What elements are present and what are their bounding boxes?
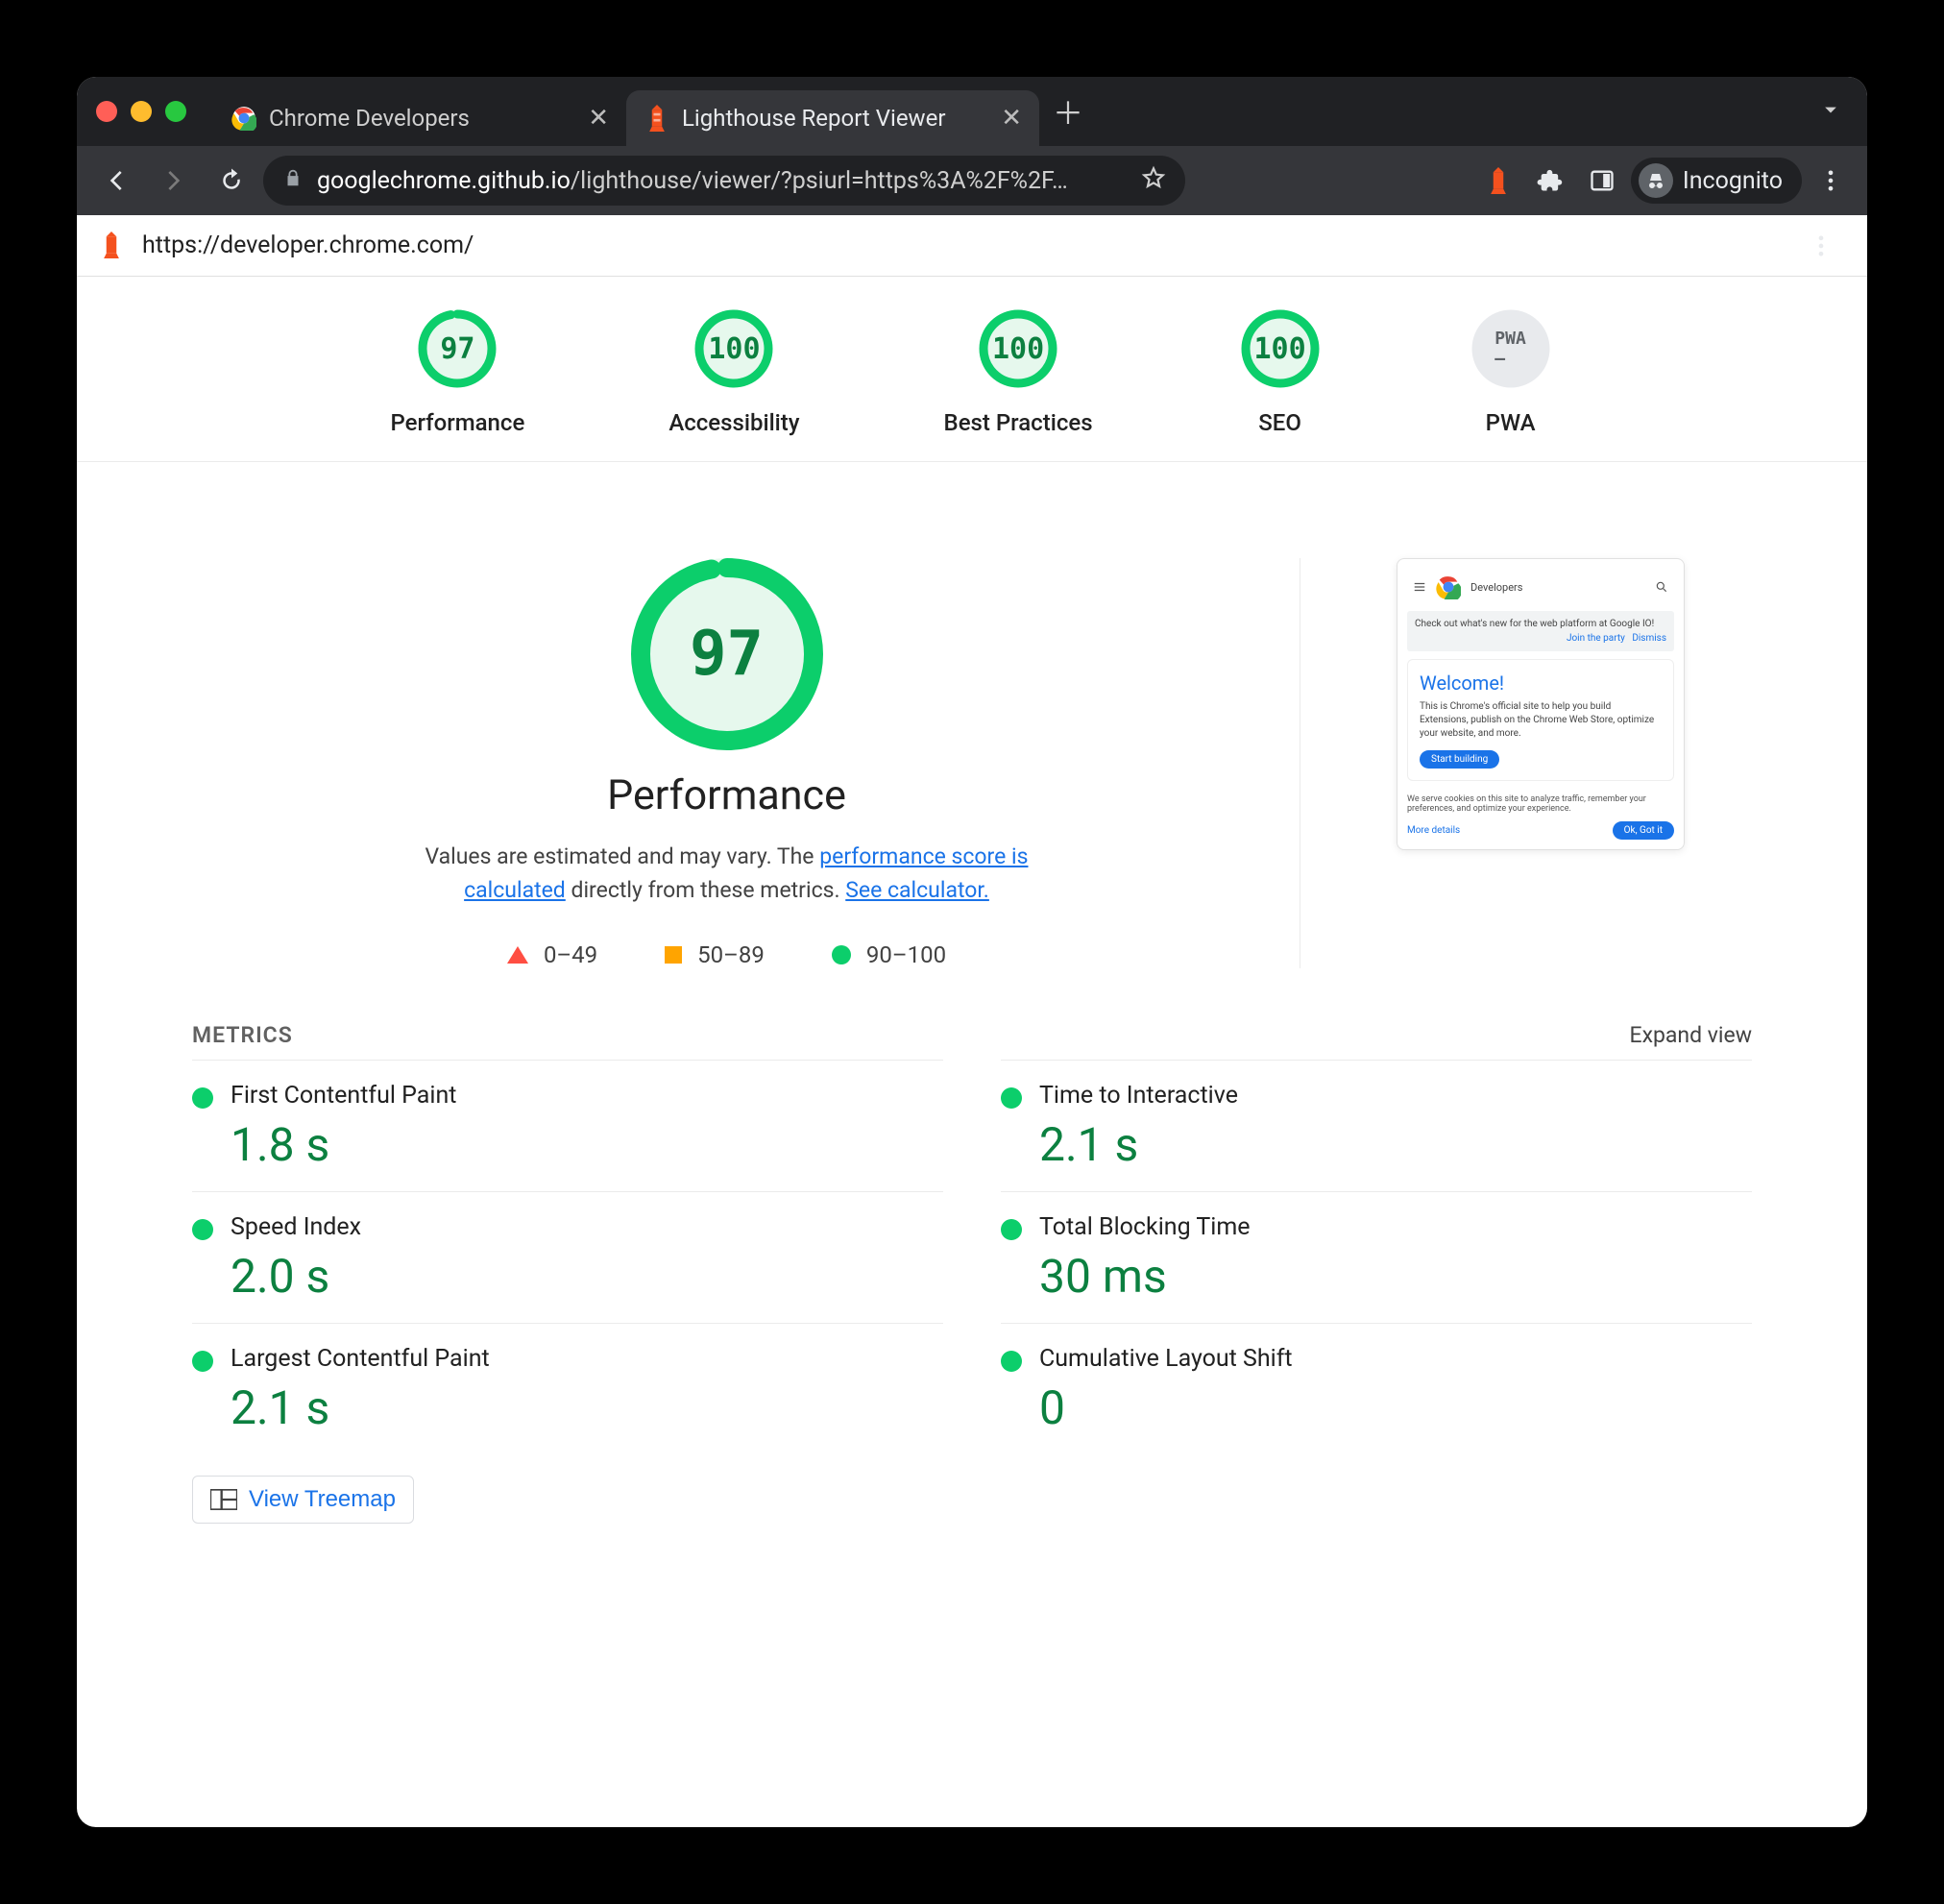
metric-status-dot	[1001, 1219, 1022, 1240]
browser-menu-button[interactable]	[1808, 158, 1854, 204]
tab-lighthouse-viewer[interactable]: Lighthouse Report Viewer ✕	[626, 90, 1039, 146]
metric-value: 1.8 s	[231, 1117, 943, 1172]
incognito-label: Incognito	[1683, 167, 1783, 195]
tab-chrome-developers[interactable]: Chrome Developers ✕	[213, 90, 626, 146]
tested-url: https://developer.chrome.com/	[142, 232, 474, 259]
window-close-button[interactable]	[96, 101, 117, 122]
gauge-ring: 100	[975, 305, 1061, 392]
lighthouse-logo-icon	[100, 232, 125, 260]
performance-hero: 97 Performance Values are estimated and …	[77, 462, 1867, 1007]
metric-name: Time to Interactive	[1039, 1082, 1752, 1110]
legend-avg-icon	[665, 946, 682, 964]
panel-toggle-icon[interactable]	[1579, 158, 1625, 204]
metric-row: Time to Interactive 2.1 s	[1001, 1060, 1752, 1191]
tab-close-button[interactable]: ✕	[1001, 104, 1022, 133]
legend-pass-icon	[832, 945, 851, 964]
expand-view-toggle[interactable]: Expand view	[1630, 1022, 1753, 1048]
viewer-topbar: https://developer.chrome.com/	[77, 215, 1867, 277]
extensions-puzzle-icon[interactable]	[1527, 158, 1573, 204]
see-calculator-link[interactable]: See calculator.	[845, 877, 989, 903]
lock-icon	[282, 167, 304, 195]
metric-name: Largest Contentful Paint	[231, 1345, 943, 1373]
metrics-grid: First Contentful Paint 1.8 s Time to Int…	[192, 1060, 1752, 1454]
metric-status-dot	[1001, 1351, 1022, 1372]
metric-value: 30 ms	[1039, 1249, 1752, 1304]
gauge-best-practices[interactable]: 100 Best Practices	[944, 305, 1093, 436]
tab-close-button[interactable]: ✕	[588, 104, 609, 133]
metric-row: Speed Index 2.0 s	[192, 1191, 943, 1323]
metric-value: 2.1 s	[231, 1380, 943, 1435]
gauge-accessibility[interactable]: 100 Accessibility	[668, 305, 799, 436]
omnibox[interactable]: googlechrome.github.io/lighthouse/viewer…	[263, 156, 1185, 206]
gauge-performance[interactable]: 97 Performance	[390, 305, 524, 436]
new-tab-button[interactable]: ＋	[1047, 90, 1089, 133]
category-gauge-strip: 97 Performance 100 Accessibility 100 Bes…	[77, 277, 1867, 462]
back-button[interactable]	[90, 155, 142, 207]
metric-row: First Contentful Paint 1.8 s	[192, 1060, 943, 1191]
forward-button[interactable]	[148, 155, 200, 207]
view-treemap-button[interactable]: View Treemap	[192, 1476, 414, 1524]
tabs-menu-button[interactable]	[1817, 96, 1844, 127]
metric-name: Cumulative Layout Shift	[1039, 1345, 1752, 1373]
tab-strip: Chrome Developers ✕ Lighthouse Report Vi…	[77, 77, 1867, 146]
tab-title: Chrome Developers	[269, 105, 470, 132]
performance-title: Performance	[607, 771, 846, 819]
metric-row: Cumulative Layout Shift 0	[1001, 1323, 1752, 1454]
lighthouse-favicon-icon	[644, 105, 670, 132]
chrome-favicon-icon	[231, 105, 257, 132]
metric-status-dot	[192, 1351, 213, 1372]
performance-blurb: Values are estimated and may vary. The p…	[420, 841, 1034, 907]
viewer-menu-button[interactable]	[1798, 223, 1844, 269]
performance-big-score: 97	[631, 558, 823, 750]
metric-value: 0	[1039, 1380, 1752, 1435]
performance-big-gauge: 97	[631, 558, 823, 750]
gauge-ring: PWA—	[1468, 305, 1554, 392]
metrics-section: METRICS Expand view First Contentful Pai…	[77, 1007, 1867, 1562]
metrics-heading: METRICS	[192, 1022, 293, 1048]
metric-name: First Contentful Paint	[231, 1082, 943, 1110]
page-screenshot-thumbnail: Developers Check out what's new for the …	[1397, 558, 1685, 850]
legend-fail-icon	[507, 946, 528, 964]
tab-title: Lighthouse Report Viewer	[682, 105, 945, 132]
incognito-chip[interactable]: Incognito	[1631, 158, 1802, 204]
metric-value: 2.0 s	[231, 1249, 943, 1304]
metric-status-dot	[1001, 1087, 1022, 1109]
browser-window: Chrome Developers ✕ Lighthouse Report Vi…	[77, 77, 1867, 1827]
metric-row: Total Blocking Time 30 ms	[1001, 1191, 1752, 1323]
gauge-ring: 100	[691, 305, 777, 392]
metric-status-dot	[192, 1087, 213, 1109]
reload-button[interactable]	[206, 155, 257, 207]
bookmark-star-icon[interactable]	[1141, 165, 1166, 197]
chrome-icon	[1436, 574, 1461, 599]
traffic-lights	[96, 101, 186, 122]
window-minimize-button[interactable]	[131, 101, 152, 122]
browser-toolbar: googlechrome.github.io/lighthouse/viewer…	[77, 146, 1867, 215]
treemap-icon	[210, 1489, 237, 1510]
gauge-pwa[interactable]: PWA— PWA	[1468, 305, 1554, 436]
metric-row: Largest Contentful Paint 2.1 s	[192, 1323, 943, 1454]
gauge-seo[interactable]: 100 SEO	[1237, 305, 1324, 436]
gauge-ring: 97	[414, 305, 500, 392]
metric-name: Speed Index	[231, 1213, 943, 1241]
omnibox-url: googlechrome.github.io/lighthouse/viewer…	[317, 167, 1128, 195]
incognito-icon	[1639, 163, 1673, 198]
window-zoom-button[interactable]	[165, 101, 186, 122]
gauge-ring: 100	[1237, 305, 1324, 392]
metric-status-dot	[192, 1219, 213, 1240]
metric-value: 2.1 s	[1039, 1117, 1752, 1172]
hamburger-icon	[1413, 580, 1426, 594]
search-icon	[1655, 580, 1668, 594]
score-legend: 0–49 50–89 90–100	[507, 941, 946, 968]
metric-name: Total Blocking Time	[1039, 1213, 1752, 1241]
extension-lighthouse-icon[interactable]	[1475, 158, 1521, 204]
